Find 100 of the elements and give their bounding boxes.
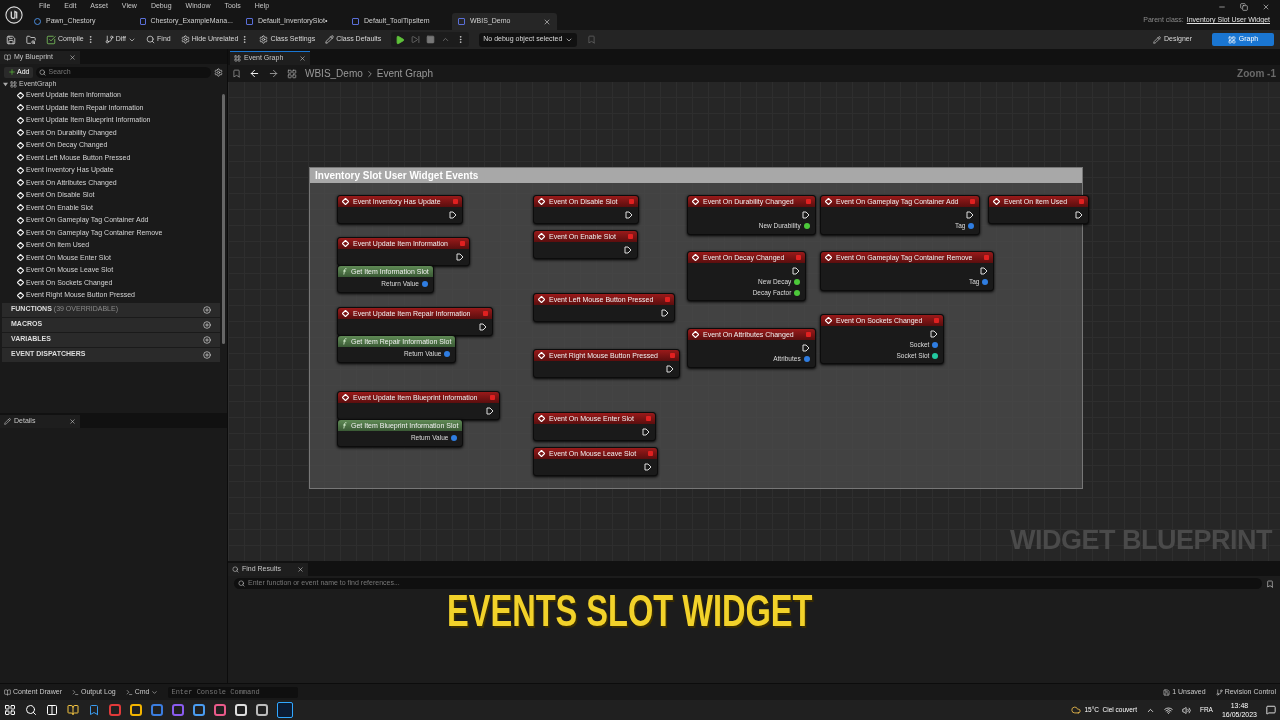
add-icon[interactable] — [203, 350, 211, 359]
data-pin-icon[interactable] — [968, 223, 975, 230]
exec-pin-icon[interactable] — [665, 365, 674, 373]
bookmark-icon[interactable] — [232, 69, 241, 78]
data-pin-icon[interactable] — [932, 342, 939, 349]
data-pin-icon[interactable] — [794, 279, 801, 286]
exec-pin-icon[interactable] — [485, 407, 494, 415]
search-icon — [146, 35, 156, 44]
book-icon — [4, 54, 11, 61]
close-icon[interactable] — [1262, 3, 1270, 11]
back-icon[interactable] — [249, 68, 260, 79]
exec-pin-icon[interactable] — [980, 267, 989, 275]
exec-pin-icon[interactable] — [641, 428, 650, 436]
add-icon[interactable] — [203, 335, 211, 344]
data-pin-icon[interactable] — [444, 351, 451, 358]
function-icon — [342, 268, 347, 275]
event-diamond-icon — [538, 415, 545, 422]
browse-icon[interactable] — [26, 34, 36, 45]
search-icon — [238, 580, 245, 587]
data-pin-icon[interactable] — [803, 223, 810, 230]
event-diamond-icon — [692, 198, 699, 205]
settings-icon[interactable] — [214, 67, 223, 77]
diff-icon — [104, 35, 114, 44]
close-icon[interactable] — [297, 566, 304, 573]
close-icon[interactable] — [299, 55, 306, 62]
expand-arrow-icon[interactable] — [3, 82, 8, 87]
data-pin-icon[interactable] — [803, 356, 810, 363]
exec-pin-icon[interactable] — [661, 309, 670, 317]
exec-pin-icon[interactable] — [644, 463, 653, 471]
breadcrumb-item[interactable]: Event Graph — [376, 66, 433, 81]
event-diamond-icon — [692, 331, 699, 338]
engine-logo-icon[interactable] — [5, 6, 23, 24]
search-icon — [232, 566, 239, 573]
video-caption: EVENTS SLOT WIDGET — [447, 589, 813, 633]
weather-icon — [1071, 705, 1082, 715]
close-icon[interactable] — [69, 418, 76, 425]
stop-icon[interactable] — [426, 35, 436, 44]
event-diamond-icon — [993, 198, 1000, 205]
blueprint-icon — [352, 18, 359, 25]
app-icon[interactable] — [256, 704, 268, 716]
task-view-icon[interactable] — [46, 704, 58, 716]
event-diamond-icon — [538, 352, 545, 359]
search-icon[interactable] — [25, 704, 37, 716]
close-icon[interactable] — [543, 17, 551, 26]
exec-pin-icon[interactable] — [623, 246, 632, 254]
close-icon[interactable] — [69, 54, 76, 61]
windows-logo-icon[interactable] — [4, 704, 16, 716]
network-icon[interactable] — [1163, 705, 1173, 715]
pencil-icon — [1153, 35, 1161, 44]
settings-icon — [259, 35, 269, 44]
exec-pin-icon[interactable] — [801, 211, 810, 219]
terminal-icon — [72, 688, 80, 696]
pencil-icon — [325, 35, 335, 44]
event-diamond-icon — [825, 254, 832, 261]
exec-pin-icon[interactable] — [930, 330, 939, 338]
compile-check-icon[interactable] — [46, 34, 56, 45]
add-icon[interactable] — [203, 305, 211, 314]
exec-pin-icon[interactable] — [792, 267, 801, 275]
blueprint-icon — [246, 18, 253, 25]
plus-icon — [8, 68, 16, 76]
search-icon — [39, 68, 47, 76]
terminal-icon — [125, 688, 133, 696]
scrollbar[interactable] — [222, 94, 225, 344]
zoom-level: Zoom -1 — [1237, 67, 1276, 81]
exec-pin-icon[interactable] — [478, 323, 487, 331]
exec-pin-icon[interactable] — [625, 211, 634, 219]
data-pin-icon[interactable] — [932, 352, 939, 359]
comment-title: Inventory Slot User Widget Events — [310, 168, 1082, 183]
event-diamond-icon — [538, 198, 545, 205]
function-icon — [342, 338, 347, 345]
graph-icon — [10, 81, 17, 88]
add-icon[interactable] — [203, 320, 211, 329]
data-pin-icon[interactable] — [421, 281, 428, 288]
function-icon — [342, 422, 347, 429]
app-icon[interactable] — [193, 704, 205, 716]
data-pin-icon[interactable] — [982, 279, 989, 286]
blueprint-icon — [140, 18, 146, 25]
volume-icon[interactable] — [1181, 705, 1191, 715]
play-icon[interactable] — [395, 34, 406, 45]
pencil-icon — [4, 418, 11, 425]
event-diamond-icon — [825, 198, 832, 205]
exec-pin-icon[interactable] — [801, 344, 810, 352]
app-icon[interactable] — [277, 702, 293, 718]
forward-icon[interactable] — [268, 68, 279, 79]
event-diamond-icon — [342, 198, 349, 205]
exec-pin-icon[interactable] — [966, 211, 975, 219]
exec-pin-icon[interactable] — [448, 211, 457, 219]
notification-icon[interactable] — [1266, 705, 1276, 715]
app-icon[interactable] — [130, 704, 142, 716]
exec-pin-icon[interactable] — [1075, 211, 1084, 219]
graph-canvas[interactable] — [228, 65, 1280, 561]
data-pin-icon[interactable] — [451, 435, 458, 442]
restore-icon[interactable] — [1240, 3, 1248, 11]
event-diamond-icon — [342, 240, 349, 247]
blueprint-icon — [458, 18, 465, 25]
exec-pin-icon[interactable] — [455, 253, 464, 261]
data-pin-icon[interactable] — [794, 289, 801, 296]
graph-icon — [287, 68, 297, 79]
app-icon[interactable] — [214, 704, 226, 716]
breadcrumb-item[interactable]: WBIS_Demo — [305, 66, 363, 81]
